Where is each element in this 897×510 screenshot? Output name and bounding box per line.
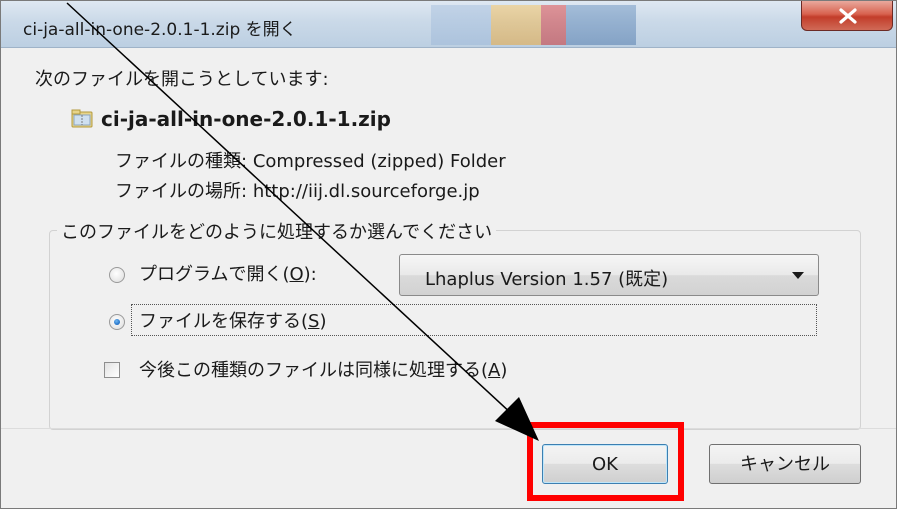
open-file-dialog: ci-ja-all-in-one-2.0.1-1.zip を開く 次のファイルを…: [0, 0, 897, 509]
annotation-arrow: [66, 2, 539, 441]
